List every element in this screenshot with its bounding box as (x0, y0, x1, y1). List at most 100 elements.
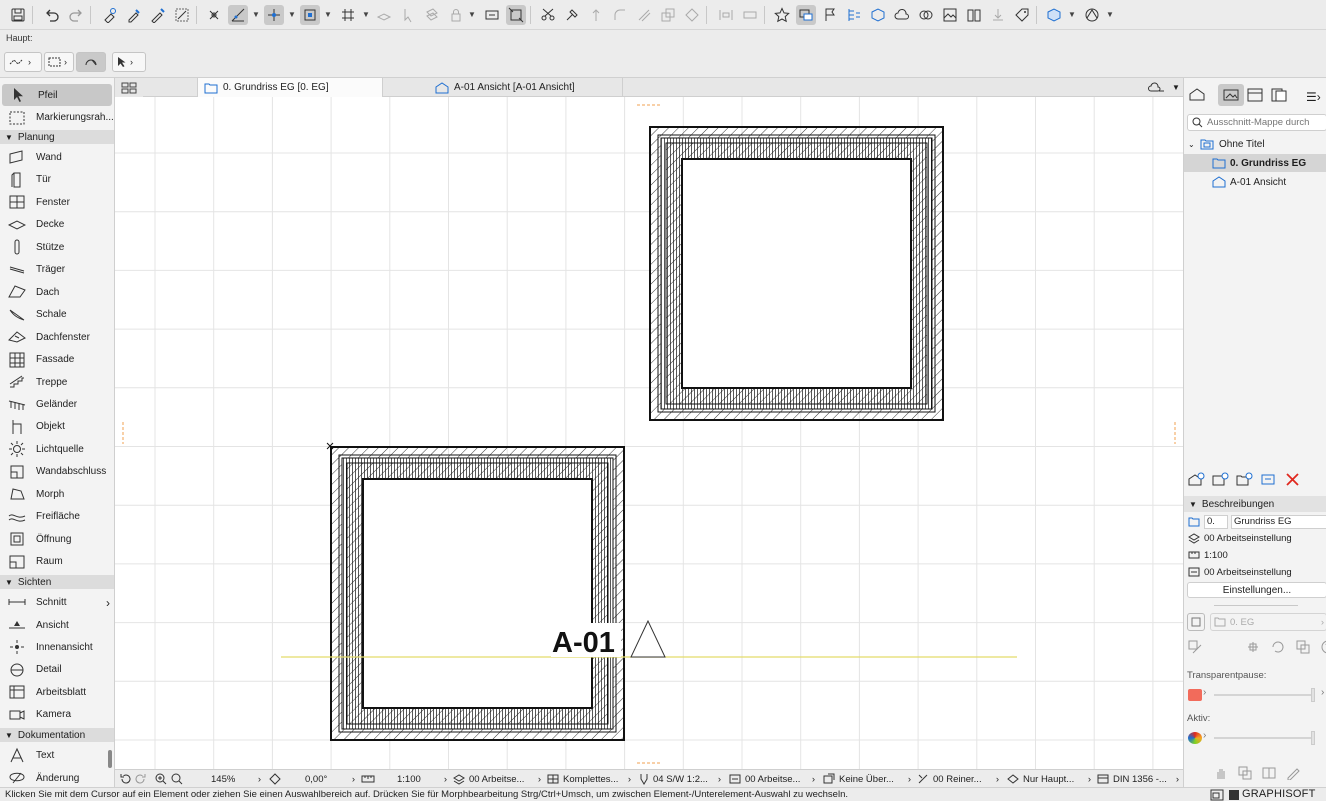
toolbox-item-detail[interactable]: Detail (0, 659, 114, 681)
scissors-icon[interactable] (538, 5, 558, 25)
chevron-down-icon[interactable]: ▼ (288, 10, 296, 19)
undo-icon[interactable] (42, 5, 62, 25)
active-color-swatch[interactable] (1188, 732, 1202, 744)
distribute-icon[interactable] (740, 5, 760, 25)
graphic-override-dropdown[interactable]: Keine Über... › (823, 770, 911, 788)
toolbox-item-morph[interactable]: Morph (0, 483, 114, 505)
view-map-icon[interactable] (796, 5, 816, 25)
link-view-icon[interactable] (1187, 613, 1205, 631)
wall-outline-top[interactable] (649, 126, 944, 421)
help-icon[interactable] (1321, 640, 1326, 654)
ruler-icon[interactable] (361, 770, 375, 788)
descriptions-header[interactable]: ▼ Beschreibungen (1184, 496, 1326, 512)
view-id-field[interactable]: 0. (1204, 515, 1228, 529)
tree-item-root[interactable]: ⌄ Ohne Titel (1184, 135, 1326, 153)
search-input[interactable] (1207, 117, 1325, 128)
layer-setting-row[interactable]: 00 Arbeitseinstellung (1184, 529, 1326, 547)
view-options-button[interactable]: ▼ (1145, 78, 1183, 97)
toolbox-item-stuetze[interactable]: Stütze (0, 236, 114, 258)
window-icon[interactable] (1210, 789, 1224, 801)
settings-button[interactable]: Einstellungen... (1187, 582, 1326, 598)
pick-up-icon[interactable] (100, 5, 120, 25)
toolbox-item-decke[interactable]: Decke (0, 214, 114, 236)
compare-icon[interactable] (1262, 766, 1276, 780)
lock-icon[interactable] (446, 5, 466, 25)
chevron-down-icon[interactable]: ▼ (1068, 10, 1076, 19)
trace-icon[interactable] (422, 5, 442, 25)
publisher-icon[interactable] (988, 5, 1008, 25)
layer-combination-dropdown[interactable]: 00 Arbeitse... › (453, 770, 541, 788)
toolbox-item-treppe[interactable]: Treppe (0, 371, 114, 393)
toolbox-item-aenderung[interactable]: Änderung (0, 767, 114, 787)
copy-icon[interactable] (1238, 766, 1252, 780)
tree-item-elevation[interactable]: A-01 Ansicht (1184, 173, 1326, 191)
dimension-dropdown[interactable]: DIN 1356 -... › (1097, 770, 1179, 788)
snap-points-icon[interactable] (300, 5, 320, 25)
hotspot-icon[interactable] (204, 5, 224, 25)
chevron-down-icon[interactable]: ▼ (362, 10, 370, 19)
toolbox-item-lichtquelle[interactable]: Lichtquelle (0, 438, 114, 460)
view-map-search[interactable] (1187, 114, 1326, 131)
zoom-dropdown[interactable]: 145% › (211, 770, 261, 788)
toolbox-section-sichten[interactable]: ▼ Sichten (0, 575, 114, 590)
fillet-icon[interactable] (610, 5, 630, 25)
new-folder-icon[interactable] (1236, 472, 1253, 487)
chevron-down-icon[interactable]: ▼ (324, 10, 332, 19)
layout-icon[interactable] (940, 5, 960, 25)
selection-method-control[interactable]: › (4, 52, 42, 72)
toolbox-item-innenansicht[interactable]: Innenansicht (0, 636, 114, 658)
chevron-down-icon[interactable]: ▼ (252, 10, 260, 19)
toolbox-item-fassade[interactable]: Fassade (0, 349, 114, 371)
edit-selection-icon[interactable] (506, 5, 526, 25)
refresh-view-icon[interactable] (1271, 640, 1285, 654)
elevation-marker-triangle[interactable] (630, 619, 666, 658)
chevron-down-icon[interactable]: ▼ (1106, 10, 1114, 19)
toolbox-item-dachfenster[interactable]: Dachfenster (0, 326, 114, 348)
toolbox-item-tuer[interactable]: Tür (0, 169, 114, 191)
pen-set-dropdown[interactable]: 04 S/W 1:2... › (639, 770, 721, 788)
hand-icon[interactable] (1214, 766, 1228, 780)
toolbox-item-markierungsrah[interactable]: Markierungsrah... (0, 107, 114, 129)
dimension-icon[interactable] (482, 5, 502, 25)
mark-up-icon[interactable] (1286, 766, 1300, 780)
view-history-controls[interactable] (119, 770, 147, 788)
scale-dropdown[interactable]: 1:100 › (397, 770, 447, 788)
structure-display-dropdown[interactable]: Nur Haupt... › (1007, 770, 1091, 788)
toolbox-item-freiflaeche[interactable]: Freifläche (0, 506, 114, 528)
structure-icon[interactable] (844, 5, 864, 25)
active-slider-handle[interactable] (1311, 731, 1315, 745)
add-view-icon[interactable] (1246, 640, 1260, 654)
resize-icon[interactable] (658, 5, 678, 25)
tab-overview-button[interactable] (115, 78, 143, 97)
syringe-icon[interactable] (148, 5, 168, 25)
toolbox-item-text[interactable]: Text (0, 745, 114, 767)
toolbox-item-ansicht[interactable]: Ansicht (0, 614, 114, 636)
navigator-menu-icon[interactable]: ☰› (1306, 90, 1321, 104)
teamwork-icon[interactable] (916, 5, 936, 25)
toolbox-item-schale[interactable]: Schale (0, 304, 114, 326)
pen-setting-row[interactable]: 00 Arbeitseinstellung (1184, 563, 1326, 581)
magic-wand-icon[interactable] (172, 5, 192, 25)
stretch-icon[interactable] (586, 5, 606, 25)
render-icon[interactable] (1044, 5, 1064, 25)
rotate-view-icon[interactable] (269, 770, 281, 788)
toolbox-item-raum[interactable]: Raum (0, 551, 114, 573)
story-selector[interactable]: 0. EG › (1210, 613, 1326, 631)
tab-floor-plan[interactable]: 0. Grundriss EG [0. EG] (197, 78, 383, 97)
tag-icon[interactable] (1012, 5, 1032, 25)
redo-icon[interactable] (66, 5, 86, 25)
toolbox-item-oeffnung[interactable]: Öffnung (0, 528, 114, 550)
scale-setting-row[interactable]: 1:100 (1184, 546, 1326, 564)
guide-line-icon[interactable] (228, 5, 248, 25)
toolbox-section-planung[interactable]: ▼ Planung (0, 130, 114, 144)
new-view-icon[interactable] (1188, 472, 1205, 487)
view-settings-icon[interactable] (1260, 472, 1277, 487)
pointer-icon[interactable] (398, 5, 418, 25)
clone-view-icon[interactable] (1212, 472, 1229, 487)
star-icon[interactable] (772, 5, 792, 25)
flag-icon[interactable] (820, 5, 840, 25)
toolbox-item-gelaender[interactable]: Geländer (0, 393, 114, 415)
tree-item-floor-plan[interactable]: 0. Grundriss EG (1184, 154, 1326, 172)
surface-icon[interactable] (1082, 5, 1102, 25)
save-icon[interactable] (8, 5, 28, 25)
